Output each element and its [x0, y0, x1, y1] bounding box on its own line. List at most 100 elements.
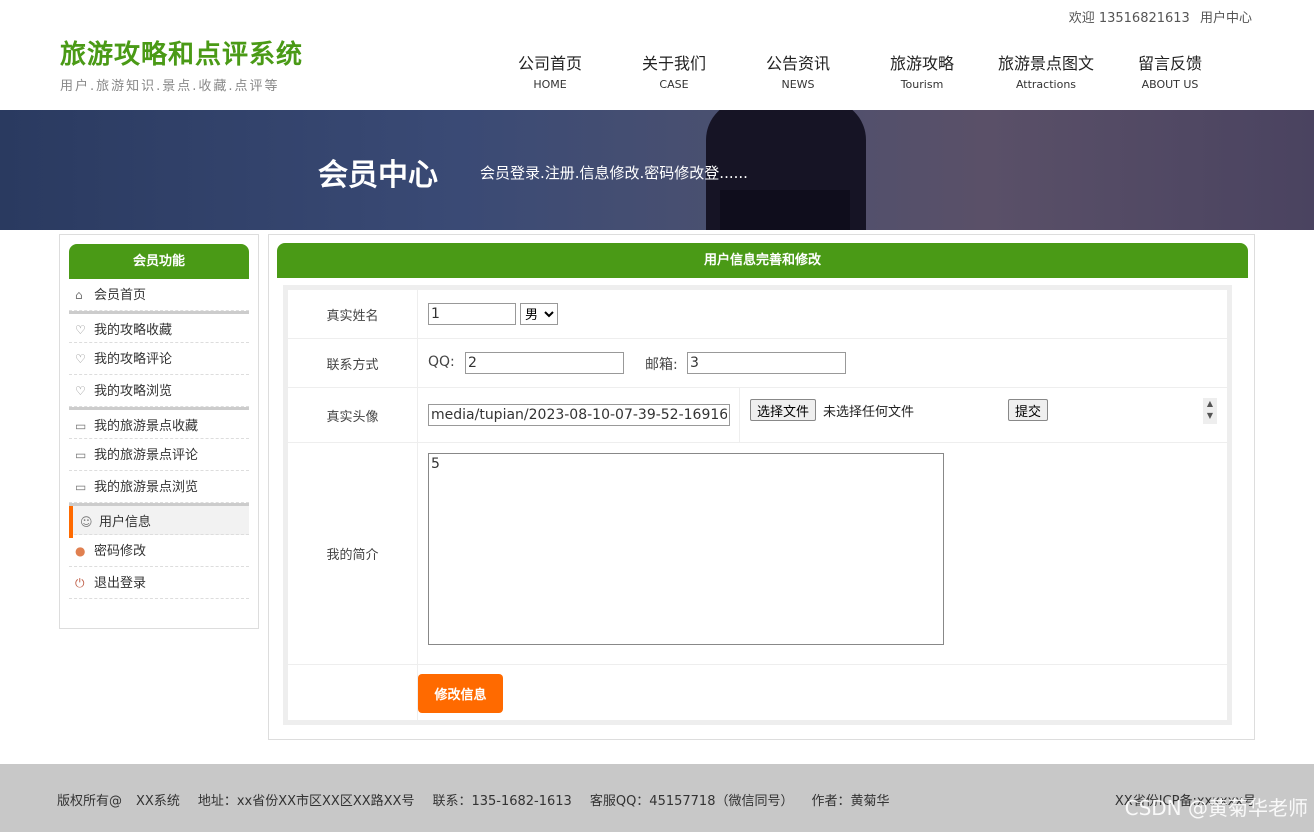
qq-input[interactable]	[465, 352, 624, 374]
nav-item-attractions[interactable]: 旅游景点图文 Attractions	[984, 50, 1108, 91]
wallet-icon: ▭	[75, 419, 87, 433]
nav-label: 关于我们	[641, 54, 706, 73]
header: 旅游攻略和点评系统 用户.旅游知识.景点.收藏.点评等 公司首页 HOME 关于我…	[0, 30, 1314, 110]
nav-sublabel: Tourism	[900, 78, 944, 91]
power-icon: ⏻	[75, 576, 85, 590]
sidebar-item-guide-favorites[interactable]: ♡ 我的攻略收藏	[69, 311, 249, 343]
nav-label: 旅游攻略	[889, 54, 954, 73]
sidebar-item-user-info[interactable]: ☺ 用户信息	[69, 503, 249, 538]
sidebar-item-label: 我的旅游景点收藏	[94, 419, 199, 434]
nav-sublabel: NEWS	[781, 78, 815, 91]
sidebar-item-label: 密码修改	[94, 544, 147, 559]
site-title: 旅游攻略和点评系统	[60, 40, 304, 70]
footer: 版权所有@ XX系统 地址：xx省份XX市区XX区XX路XX号 联系：135-1682…	[0, 764, 1314, 832]
nav-item-tourism[interactable]: 旅游攻略 Tourism	[860, 50, 984, 91]
name-row: 真实姓名 男	[288, 290, 1227, 339]
shield-icon: ♡	[75, 352, 86, 366]
scroll-stepper[interactable]: ▲ ▼	[1203, 398, 1217, 424]
lock-icon: ●	[75, 544, 86, 558]
update-info-button[interactable]: 修改信息	[418, 674, 503, 713]
sidebar-item-label: 我的攻略收藏	[94, 323, 173, 338]
sidebar-item-label: 我的旅游景点浏览	[94, 480, 199, 495]
nav-sublabel: Attractions	[1015, 78, 1077, 91]
nav-label: 公司首页	[517, 54, 582, 73]
sidebar-item-logout[interactable]: ⏻ 退出登录	[69, 567, 249, 599]
banner-person-shadow	[720, 190, 850, 230]
user-info-panel: 用户信息完善和修改 真实姓名 男 联系方式 QQ: 邮箱: 真实头像 选择文件 …	[268, 234, 1255, 740]
bio-row: 我的简介 5	[288, 443, 1227, 665]
sidebar-item-guide-history[interactable]: ♡ 我的攻略浏览	[69, 375, 249, 407]
empty-label	[288, 665, 418, 720]
sidebar-item-guide-comments[interactable]: ♡ 我的攻略评论	[69, 343, 249, 375]
copyright-text: 版权所有@	[57, 794, 123, 809]
banner-subtitle: 会员登录.注册.信息修改.密码修改登......	[480, 164, 748, 182]
avatar-label: 真实头像	[288, 388, 418, 442]
user-info-form: 真实姓名 男 联系方式 QQ: 邮箱: 真实头像 选择文件 未选择任何文件 提交…	[283, 285, 1232, 725]
sidebar-item-label: 退出登录	[94, 576, 147, 591]
sidebar-title: 会员功能	[69, 244, 249, 279]
sidebar-item-spot-comments[interactable]: ▭ 我的旅游景点评论	[69, 439, 249, 471]
nav-item-about[interactable]: 关于我们 CASE	[612, 50, 736, 91]
sidebar-menu: ⌂ 会员首页 ♡ 我的攻略收藏 ♡ 我的攻略评论 ♡ 我的攻略浏览 ▭ 我的旅游景点收藏 …	[69, 279, 249, 599]
phone-text: 联系：135-1682-1613	[432, 794, 572, 809]
banner-title: 会员中心	[318, 158, 438, 193]
nav-label: 公告资讯	[765, 54, 830, 73]
contact-row: 联系方式 QQ: 邮箱:	[288, 339, 1227, 388]
user-center-link[interactable]: 用户中心	[1200, 11, 1252, 26]
sidebar-item-label: 我的攻略评论	[94, 352, 173, 367]
gender-select[interactable]: 男	[520, 303, 558, 325]
bio-textarea[interactable]: 5	[428, 453, 944, 645]
sidebar-item-label: 会员首页	[94, 288, 147, 303]
main-nav: 公司首页 HOME 关于我们 CASE 公告资讯 NEWS 旅游攻略 Tourism 旅…	[488, 50, 1232, 91]
no-file-text: 未选择任何文件	[823, 405, 915, 420]
site-subtitle: 用户.旅游知识.景点.收藏.点评等	[60, 79, 280, 94]
welcome-area: 欢迎 13516821613 用户中心	[1063, 7, 1252, 26]
member-sidebar: 会员功能 ⌂ 会员首页 ♡ 我的攻略收藏 ♡ 我的攻略评论 ♡ 我的攻略浏览 ▭ 我的旅游…	[59, 234, 259, 629]
address-text: 地址：xx省份XX市区XX区XX路XX号	[197, 794, 415, 809]
banner: 会员中心 会员登录.注册.信息修改.密码修改登......	[0, 110, 1314, 230]
submit-row: 修改信息	[288, 665, 1227, 720]
footer-info: 版权所有@ XX系统 地址：xx省份XX市区XX区XX路XX号 联系：135-1682…	[57, 790, 908, 809]
logo[interactable]: 旅游攻略和点评系统 用户.旅游知识.景点.收藏.点评等	[60, 34, 303, 94]
bio-label: 我的简介	[288, 443, 418, 664]
welcome-text: 欢迎 13516821613	[1068, 11, 1190, 26]
nav-item-feedback[interactable]: 留言反馈 ABOUT US	[1108, 50, 1232, 91]
shield-icon: ♡	[75, 384, 86, 398]
home-icon: ⌂	[75, 288, 83, 302]
sidebar-item-label: 我的攻略浏览	[94, 384, 173, 399]
avatar-row: 真实头像 选择文件 未选择任何文件 提交 ▲▼	[288, 388, 1227, 443]
name-label: 真实姓名	[288, 290, 418, 338]
sidebar-item-password[interactable]: ● 密码修改	[69, 535, 249, 567]
nav-sublabel: CASE	[659, 78, 689, 91]
user-icon: ☺	[80, 515, 93, 529]
sidebar-item-spot-history[interactable]: ▭ 我的旅游景点浏览	[69, 471, 249, 503]
sidebar-item-label: 用户信息	[99, 515, 152, 530]
nav-item-home[interactable]: 公司首页 HOME	[488, 50, 612, 91]
panel-title: 用户信息完善和修改	[277, 243, 1248, 278]
nav-sublabel: ABOUT US	[1141, 78, 1199, 91]
qq-text: 客服QQ：45157718（微信同号）	[589, 794, 794, 809]
system-name: XX系统	[136, 794, 180, 809]
wallet-icon: ▭	[75, 448, 87, 462]
qq-label: QQ:	[428, 354, 455, 370]
watermark: CSDN @黄菊华老师	[1124, 796, 1308, 820]
nav-label: 留言反馈	[1137, 54, 1202, 73]
wallet-icon: ▭	[75, 480, 87, 494]
cell-divider	[739, 388, 740, 443]
contact-label: 联系方式	[288, 339, 418, 387]
sidebar-item-spot-favorites[interactable]: ▭ 我的旅游景点收藏	[69, 407, 249, 439]
top-bar: 欢迎 13516821613 用户中心	[0, 0, 1314, 30]
name-input[interactable]	[428, 303, 516, 325]
sidebar-item-label: 我的旅游景点评论	[94, 448, 199, 463]
author-text: 作者：黄菊华	[811, 794, 890, 809]
shield-icon: ♡	[75, 323, 86, 337]
email-input[interactable]	[687, 352, 846, 374]
upload-button[interactable]: 提交	[1008, 399, 1049, 421]
avatar-path-input[interactable]	[428, 404, 730, 426]
nav-item-news[interactable]: 公告资讯 NEWS	[736, 50, 860, 91]
nav-sublabel: HOME	[533, 78, 567, 91]
nav-label: 旅游景点图文	[997, 54, 1094, 73]
sidebar-item-home[interactable]: ⌂ 会员首页	[69, 279, 249, 311]
choose-file-button[interactable]: 选择文件	[750, 399, 817, 421]
email-label: 邮箱:	[645, 357, 678, 373]
